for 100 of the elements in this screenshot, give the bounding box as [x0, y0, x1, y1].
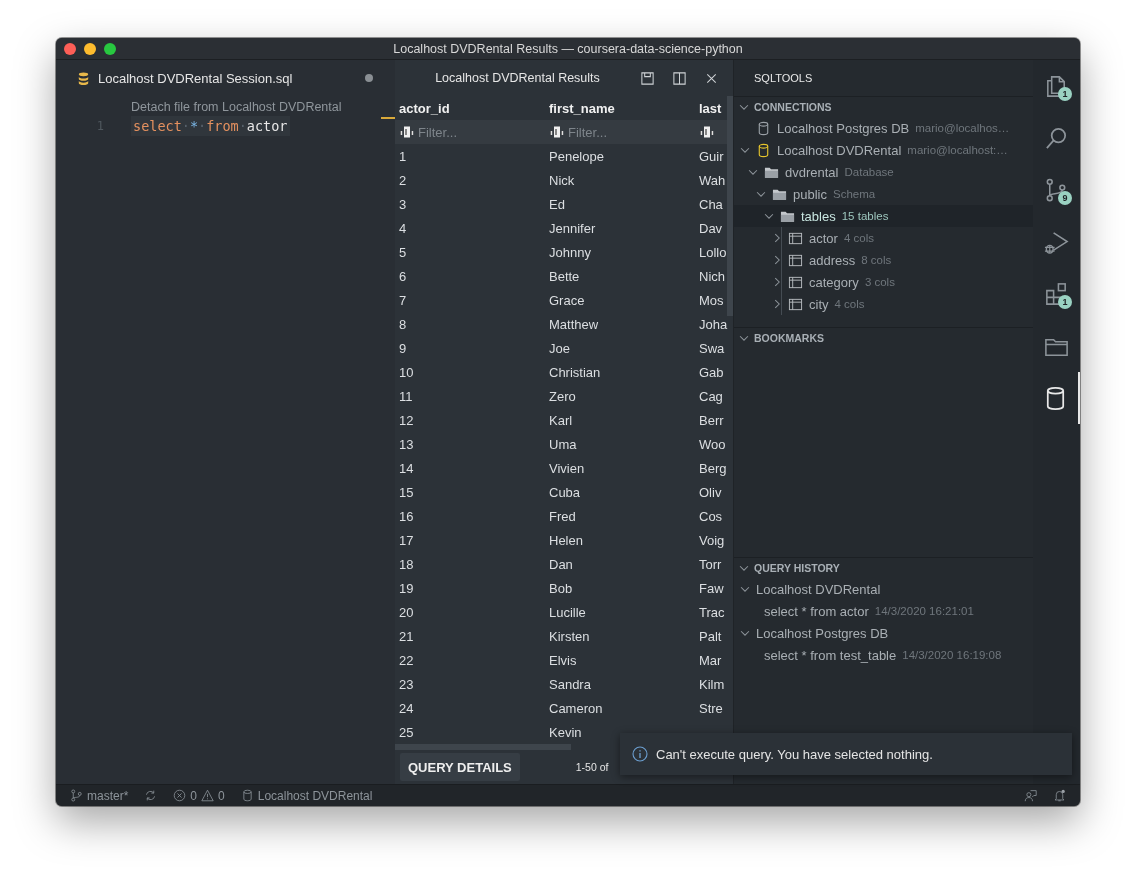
table-cell-text: Swa — [698, 340, 726, 356]
tree-item[interactable]: Localhost Postgres DB — [734, 622, 1033, 644]
filter-field[interactable]: Filter... — [418, 124, 528, 140]
count-badge: 1 — [1058, 87, 1072, 101]
table-cell-text: Berr — [698, 412, 725, 428]
tree-item[interactable]: select * from test_table 14/3/2020 16:19:08 — [734, 644, 1033, 666]
page-info: 1-50 of — [575, 761, 609, 773]
table-cell-text: 11 — [398, 388, 414, 404]
table-cell-text: Kilm — [698, 676, 726, 692]
table-cell-text: 10 — [398, 364, 415, 380]
table-cell-text: Berg — [698, 460, 728, 476]
tree-item[interactable]: actor 4 cols — [734, 227, 1033, 249]
table-cell-text: Lollo — [698, 244, 728, 260]
branch-icon — [70, 789, 83, 802]
tree-item[interactable]: Localhost DVDRental — [734, 578, 1033, 600]
table-icon — [788, 274, 803, 290]
table-cell-text: Grace — [548, 292, 586, 308]
branch-status[interactable]: master* — [70, 788, 129, 803]
codelens-link[interactable]: Detach file from Localhost DVDRental — [131, 100, 342, 114]
text-type-icon — [550, 126, 564, 138]
table-cell-text: Cha — [698, 196, 724, 212]
table-cell-text: Helen — [548, 532, 584, 548]
table-cell-text: 21 — [398, 628, 415, 644]
table-cell-text: Bob — [548, 580, 574, 596]
table-cell-text: 2 — [398, 172, 408, 188]
table-cell-text: Cag — [698, 388, 724, 404]
query-details-button[interactable]: QUERY DETAILS — [400, 753, 520, 781]
activity-button[interactable]: 1 — [1033, 268, 1080, 320]
count-badge: 9 — [1058, 191, 1072, 205]
warning-icon — [201, 789, 215, 802]
table-cell-text: Karl — [548, 412, 574, 428]
tree-item[interactable]: public Schema — [734, 183, 1033, 205]
minimize-button[interactable] — [84, 42, 96, 55]
table-icon — [788, 252, 803, 268]
text-type-icon — [700, 126, 714, 138]
table-cell-text: Kevin — [548, 724, 583, 740]
section-header[interactable]: BOOKMARKS — [734, 328, 1033, 348]
section-header[interactable]: CONNECTIONS — [734, 97, 1033, 117]
table-cell-text: 12 — [398, 412, 415, 428]
split-icon[interactable] — [672, 70, 687, 86]
table-cell-text: Bette — [548, 268, 581, 284]
table-cell-text: 1 — [398, 148, 408, 164]
tree-item[interactable]: category 3 cols — [734, 271, 1033, 293]
table-cell-text: Trac — [698, 604, 726, 620]
save-icon[interactable] — [640, 70, 655, 86]
table-cell-text: 25 — [398, 724, 415, 740]
tree-item[interactable]: city 4 cols — [734, 293, 1033, 315]
sync-icon[interactable] — [144, 789, 158, 802]
table-cell-text: Mar — [698, 652, 723, 668]
tree-item[interactable]: address 8 cols — [734, 249, 1033, 271]
section-header[interactable]: QUERY HISTORY — [734, 558, 1033, 578]
bell-icon[interactable] — [1053, 789, 1066, 802]
table-cell-text: Joha — [698, 316, 728, 332]
notification-message: Can't execute query. You have selected nothing. — [656, 746, 933, 762]
activity-button[interactable]: 1 — [1033, 60, 1080, 112]
table-cell-text: Dav — [698, 220, 724, 236]
column-header[interactable]: last — [695, 100, 728, 116]
tree-item[interactable]: dvdrental Database — [734, 161, 1033, 183]
table-cell-text: 8 — [398, 316, 408, 332]
tree-item[interactable]: tables 15 tables — [734, 205, 1033, 227]
table-cell-text: Woo — [698, 436, 727, 452]
table-cell-text: 6 — [398, 268, 408, 284]
table-cell-text: Sandra — [548, 676, 592, 692]
table-cell-text: Zero — [548, 388, 577, 404]
table-cell-text: 3 — [398, 196, 408, 212]
column-header[interactable]: actor_id — [395, 100, 545, 116]
problems-status[interactable]: 0 0 — [173, 788, 225, 803]
feedback-icon[interactable] — [1024, 789, 1037, 802]
table-cell-text: Ed — [548, 196, 566, 212]
table-cell-text: 15 — [398, 484, 415, 500]
unsaved-dot-icon[interactable] — [365, 74, 373, 82]
table-cell-text: Gab — [698, 364, 725, 380]
table-cell-text: Fred — [548, 508, 577, 524]
tree-item[interactable]: Localhost DVDRental mario@localhost:… — [734, 139, 1033, 161]
table-cell-text: Lucille — [548, 604, 587, 620]
scrollbar[interactable] — [395, 744, 571, 750]
table-cell-text: 19 — [398, 580, 415, 596]
close-button[interactable] — [64, 42, 76, 55]
tree-item[interactable]: select * from actor 14/3/2020 16:21:01 — [734, 600, 1033, 622]
zoom-button[interactable] — [104, 42, 116, 55]
tree-item[interactable]: Localhost Postgres DB mario@localhos… — [734, 117, 1033, 139]
table-cell-text: Nich — [698, 268, 726, 284]
activity-button[interactable]: 9 — [1033, 164, 1080, 216]
table-cell-text: 22 — [398, 652, 415, 668]
count-badge: 1 — [1058, 295, 1072, 309]
filter-field[interactable]: Filter... — [568, 124, 678, 140]
table-cell-text: Nick — [548, 172, 576, 188]
table-cell-text: 9 — [398, 340, 408, 356]
editor-tab[interactable]: Localhost DVDRental Session.sql — [76, 70, 293, 86]
column-header[interactable]: first_name — [545, 100, 695, 116]
database-icon — [76, 70, 91, 86]
connection-status[interactable]: Localhost DVDRental — [240, 788, 373, 803]
table-cell-text: Christian — [548, 364, 602, 380]
cursor-marker — [381, 117, 395, 119]
table-cell-text: 14 — [398, 460, 415, 476]
table-cell-text: Voig — [698, 532, 726, 548]
table-cell-text: Elvis — [548, 652, 578, 668]
table-cell-text: 23 — [398, 676, 415, 692]
table-cell-text: Jennifer — [548, 220, 597, 236]
table-cell-text: 18 — [398, 556, 415, 572]
